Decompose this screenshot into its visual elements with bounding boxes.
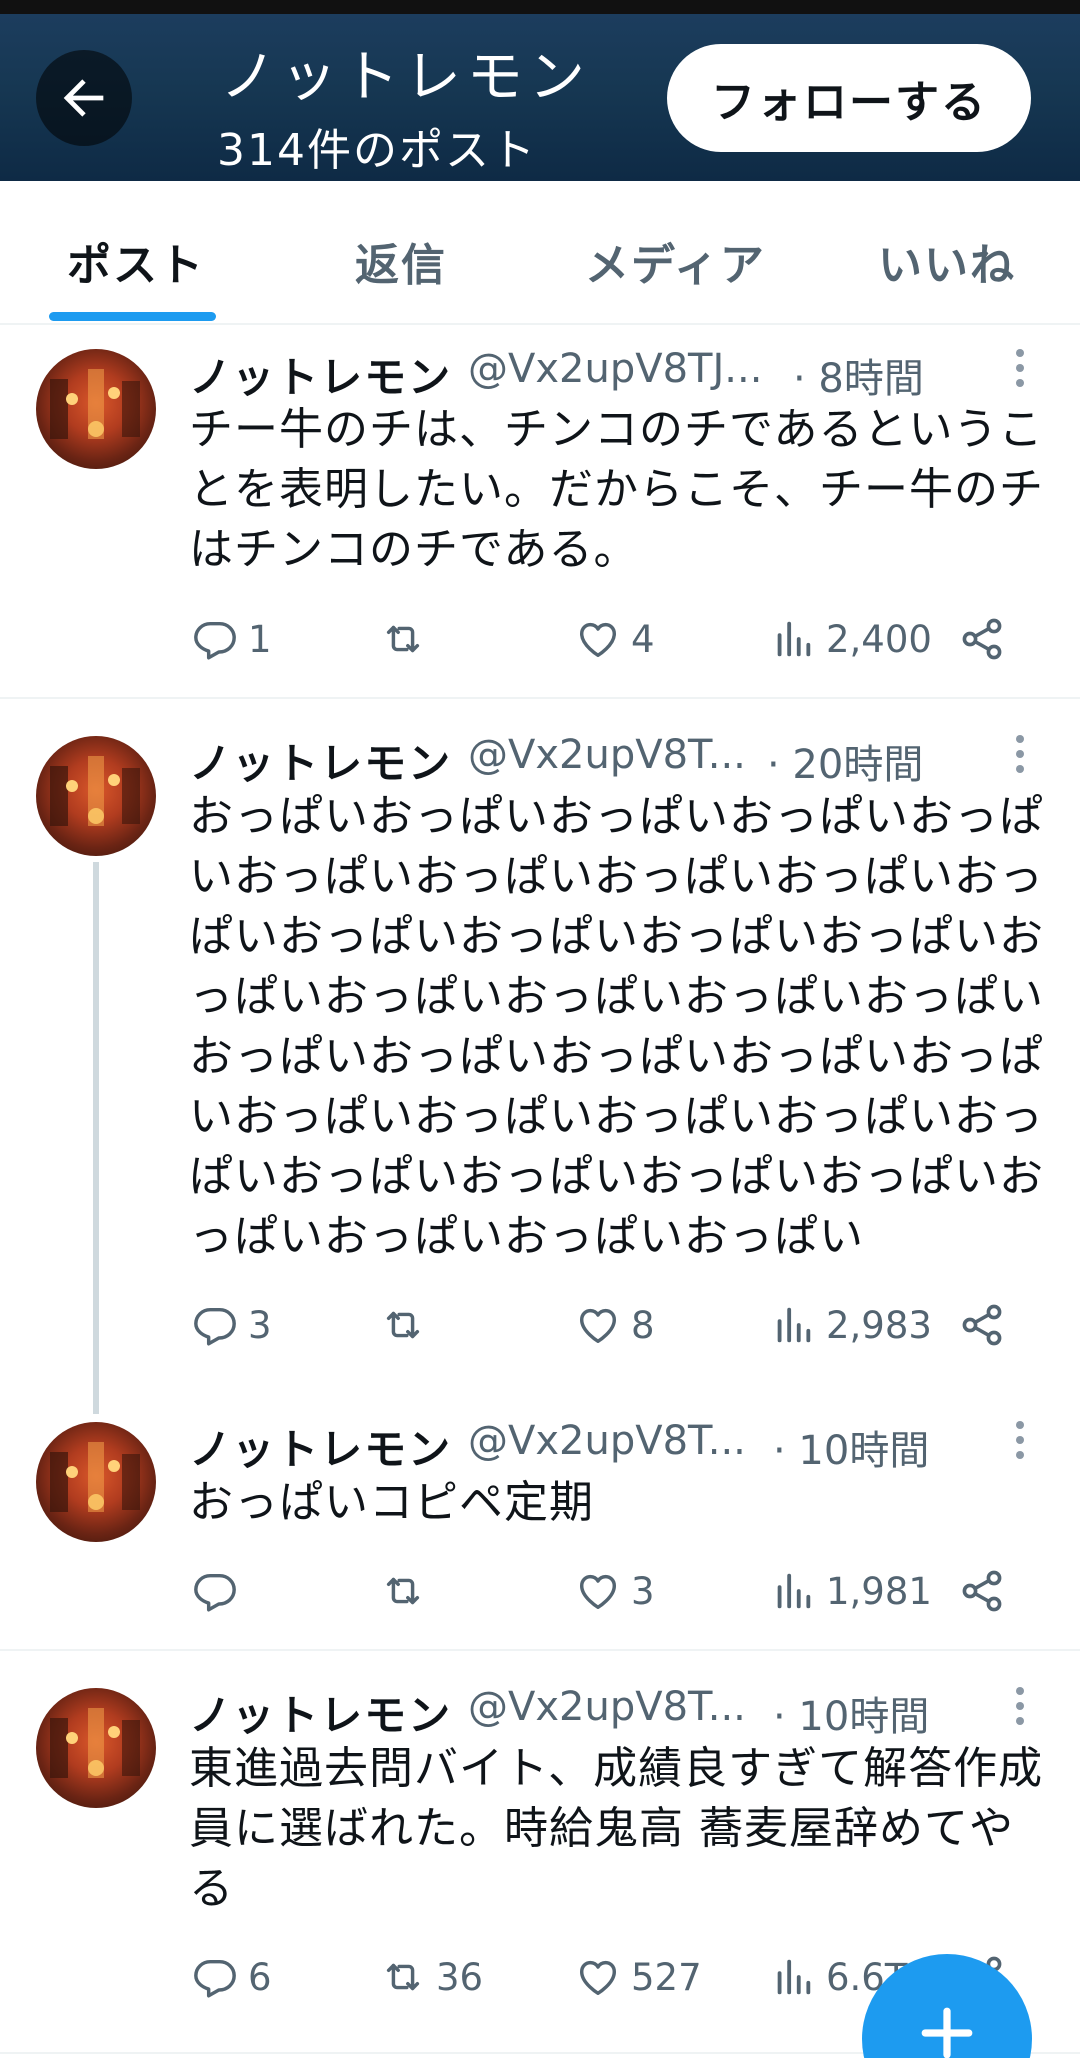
thread-connector — [93, 862, 99, 1414]
views-icon — [777, 1959, 811, 1995]
tab-posts[interactable]: ポスト — [67, 229, 205, 293]
retweet-icon — [386, 1577, 420, 1605]
tweet-author-name[interactable]: ノットレモン — [189, 1416, 452, 1477]
reply-count: 3 — [248, 1303, 272, 1347]
tweet-author-handle[interactable]: @Vx2upV8T... — [468, 1418, 746, 1464]
retweet-button[interactable]: 36 — [380, 1954, 483, 2000]
reply-button[interactable]: 1 — [192, 616, 272, 662]
views-button[interactable]: 1,981 — [770, 1568, 932, 1614]
reply-button[interactable] — [192, 1568, 248, 1614]
like-count: 527 — [631, 1955, 702, 1999]
avatar[interactable] — [36, 736, 156, 856]
tweet-timestamp[interactable]: · 8時間 — [793, 346, 924, 404]
tweet-timestamp[interactable]: · 10時間 — [773, 1684, 929, 1742]
arrow-left-icon — [63, 79, 104, 117]
views-icon — [777, 1307, 811, 1343]
more-vertical-icon[interactable] — [1008, 729, 1032, 779]
view-count: 1,981 — [826, 1569, 932, 1613]
reply-icon — [194, 1307, 236, 1346]
tweet-divider — [0, 697, 1080, 699]
reply-button[interactable]: 3 — [192, 1302, 272, 1348]
view-count: 2,400 — [826, 617, 932, 661]
reply-count: 6 — [248, 1955, 272, 1999]
tweet-divider — [0, 1649, 1080, 1651]
tweet-text: 東進過去問バイト、成績良すぎて解答作成員に選ばれた。時給鬼高 蕎麦屋辞めてやる — [189, 1743, 1044, 1914]
tab-media[interactable]: メディア — [585, 229, 766, 293]
tweet-timestamp[interactable]: · 20時間 — [767, 732, 923, 790]
share-icon[interactable] — [958, 615, 1006, 663]
avatar[interactable] — [36, 1422, 156, 1542]
profile-header: ノットレモン 314件のポスト フォローする — [0, 14, 1080, 181]
share-icon[interactable] — [958, 1567, 1006, 1615]
reply-button[interactable]: 6 — [192, 1954, 272, 2000]
like-count: 8 — [631, 1303, 655, 1347]
tweet-text: チー牛のチは、チンコのチであるということを表明したい。だからこそ、チー牛のチはチ… — [189, 404, 1044, 575]
active-tab-indicator — [49, 312, 216, 321]
profile-name: ノットレモン — [220, 45, 591, 110]
reply-icon — [194, 621, 236, 660]
heart-icon — [579, 622, 617, 658]
reply-icon — [194, 1573, 236, 1612]
view-count: 2,983 — [826, 1303, 932, 1347]
profile-tabs: ポスト 返信 メディア いいね — [0, 181, 1080, 325]
more-vertical-icon[interactable] — [1008, 343, 1032, 393]
like-button[interactable]: 3 — [575, 1568, 655, 1614]
retweet-button[interactable] — [380, 1568, 436, 1614]
post-count: 314件のポスト — [217, 125, 537, 176]
views-icon — [777, 621, 811, 657]
more-vertical-icon[interactable] — [1008, 1681, 1032, 1731]
tweet-author-handle[interactable]: @Vx2upV8T... — [468, 1684, 746, 1730]
retweet-button[interactable] — [380, 616, 436, 662]
tab-likes[interactable]: いいね — [878, 229, 1016, 293]
retweet-icon — [386, 625, 420, 653]
like-button[interactable]: 527 — [575, 1954, 702, 2000]
tweet-text: おっぱいコピペ定期 — [189, 1477, 594, 1528]
tweet-author-name[interactable]: ノットレモン — [189, 730, 452, 791]
reply-icon — [194, 1959, 236, 1998]
tweet-timestamp[interactable]: · 10時間 — [773, 1418, 929, 1476]
like-count: 3 — [631, 1569, 655, 1613]
back-button[interactable] — [36, 50, 132, 146]
like-button[interactable]: 8 — [575, 1302, 655, 1348]
heart-icon — [579, 1308, 617, 1344]
tweet-author-handle[interactable]: @Vx2upV8TJ... — [468, 346, 762, 392]
retweet-icon — [386, 1963, 420, 1991]
retweet-icon — [386, 1311, 420, 1339]
tweet-text: おっぱいおっぱいおっぱいおっぱいおっぱいおっぱいおっぱいおっぱいおっぱいおっぱい… — [189, 791, 1044, 1262]
tab-replies[interactable]: 返信 — [355, 229, 447, 293]
more-vertical-icon[interactable] — [1008, 1415, 1032, 1465]
retweet-count: 36 — [436, 1955, 484, 1999]
plus-icon — [921, 2007, 973, 2058]
reply-count: 1 — [248, 617, 272, 661]
tweet-author-name[interactable]: ノットレモン — [189, 1682, 452, 1743]
heart-icon — [579, 1960, 617, 1996]
views-button[interactable]: 2,400 — [770, 616, 932, 662]
heart-icon — [579, 1574, 617, 1610]
tweet-author-name[interactable]: ノットレモン — [189, 344, 452, 405]
follow-button[interactable]: フォローする — [667, 44, 1031, 152]
like-button[interactable]: 4 — [575, 616, 655, 662]
retweet-button[interactable] — [380, 1302, 436, 1348]
avatar[interactable] — [36, 349, 156, 469]
like-count: 4 — [631, 617, 655, 661]
views-button[interactable]: 2,983 — [770, 1302, 932, 1348]
tweet-author-handle[interactable]: @Vx2upV8T... — [468, 732, 746, 778]
share-icon[interactable] — [958, 1301, 1006, 1349]
avatar[interactable] — [36, 1688, 156, 1808]
status-bar — [0, 0, 1080, 14]
views-icon — [777, 1573, 811, 1609]
